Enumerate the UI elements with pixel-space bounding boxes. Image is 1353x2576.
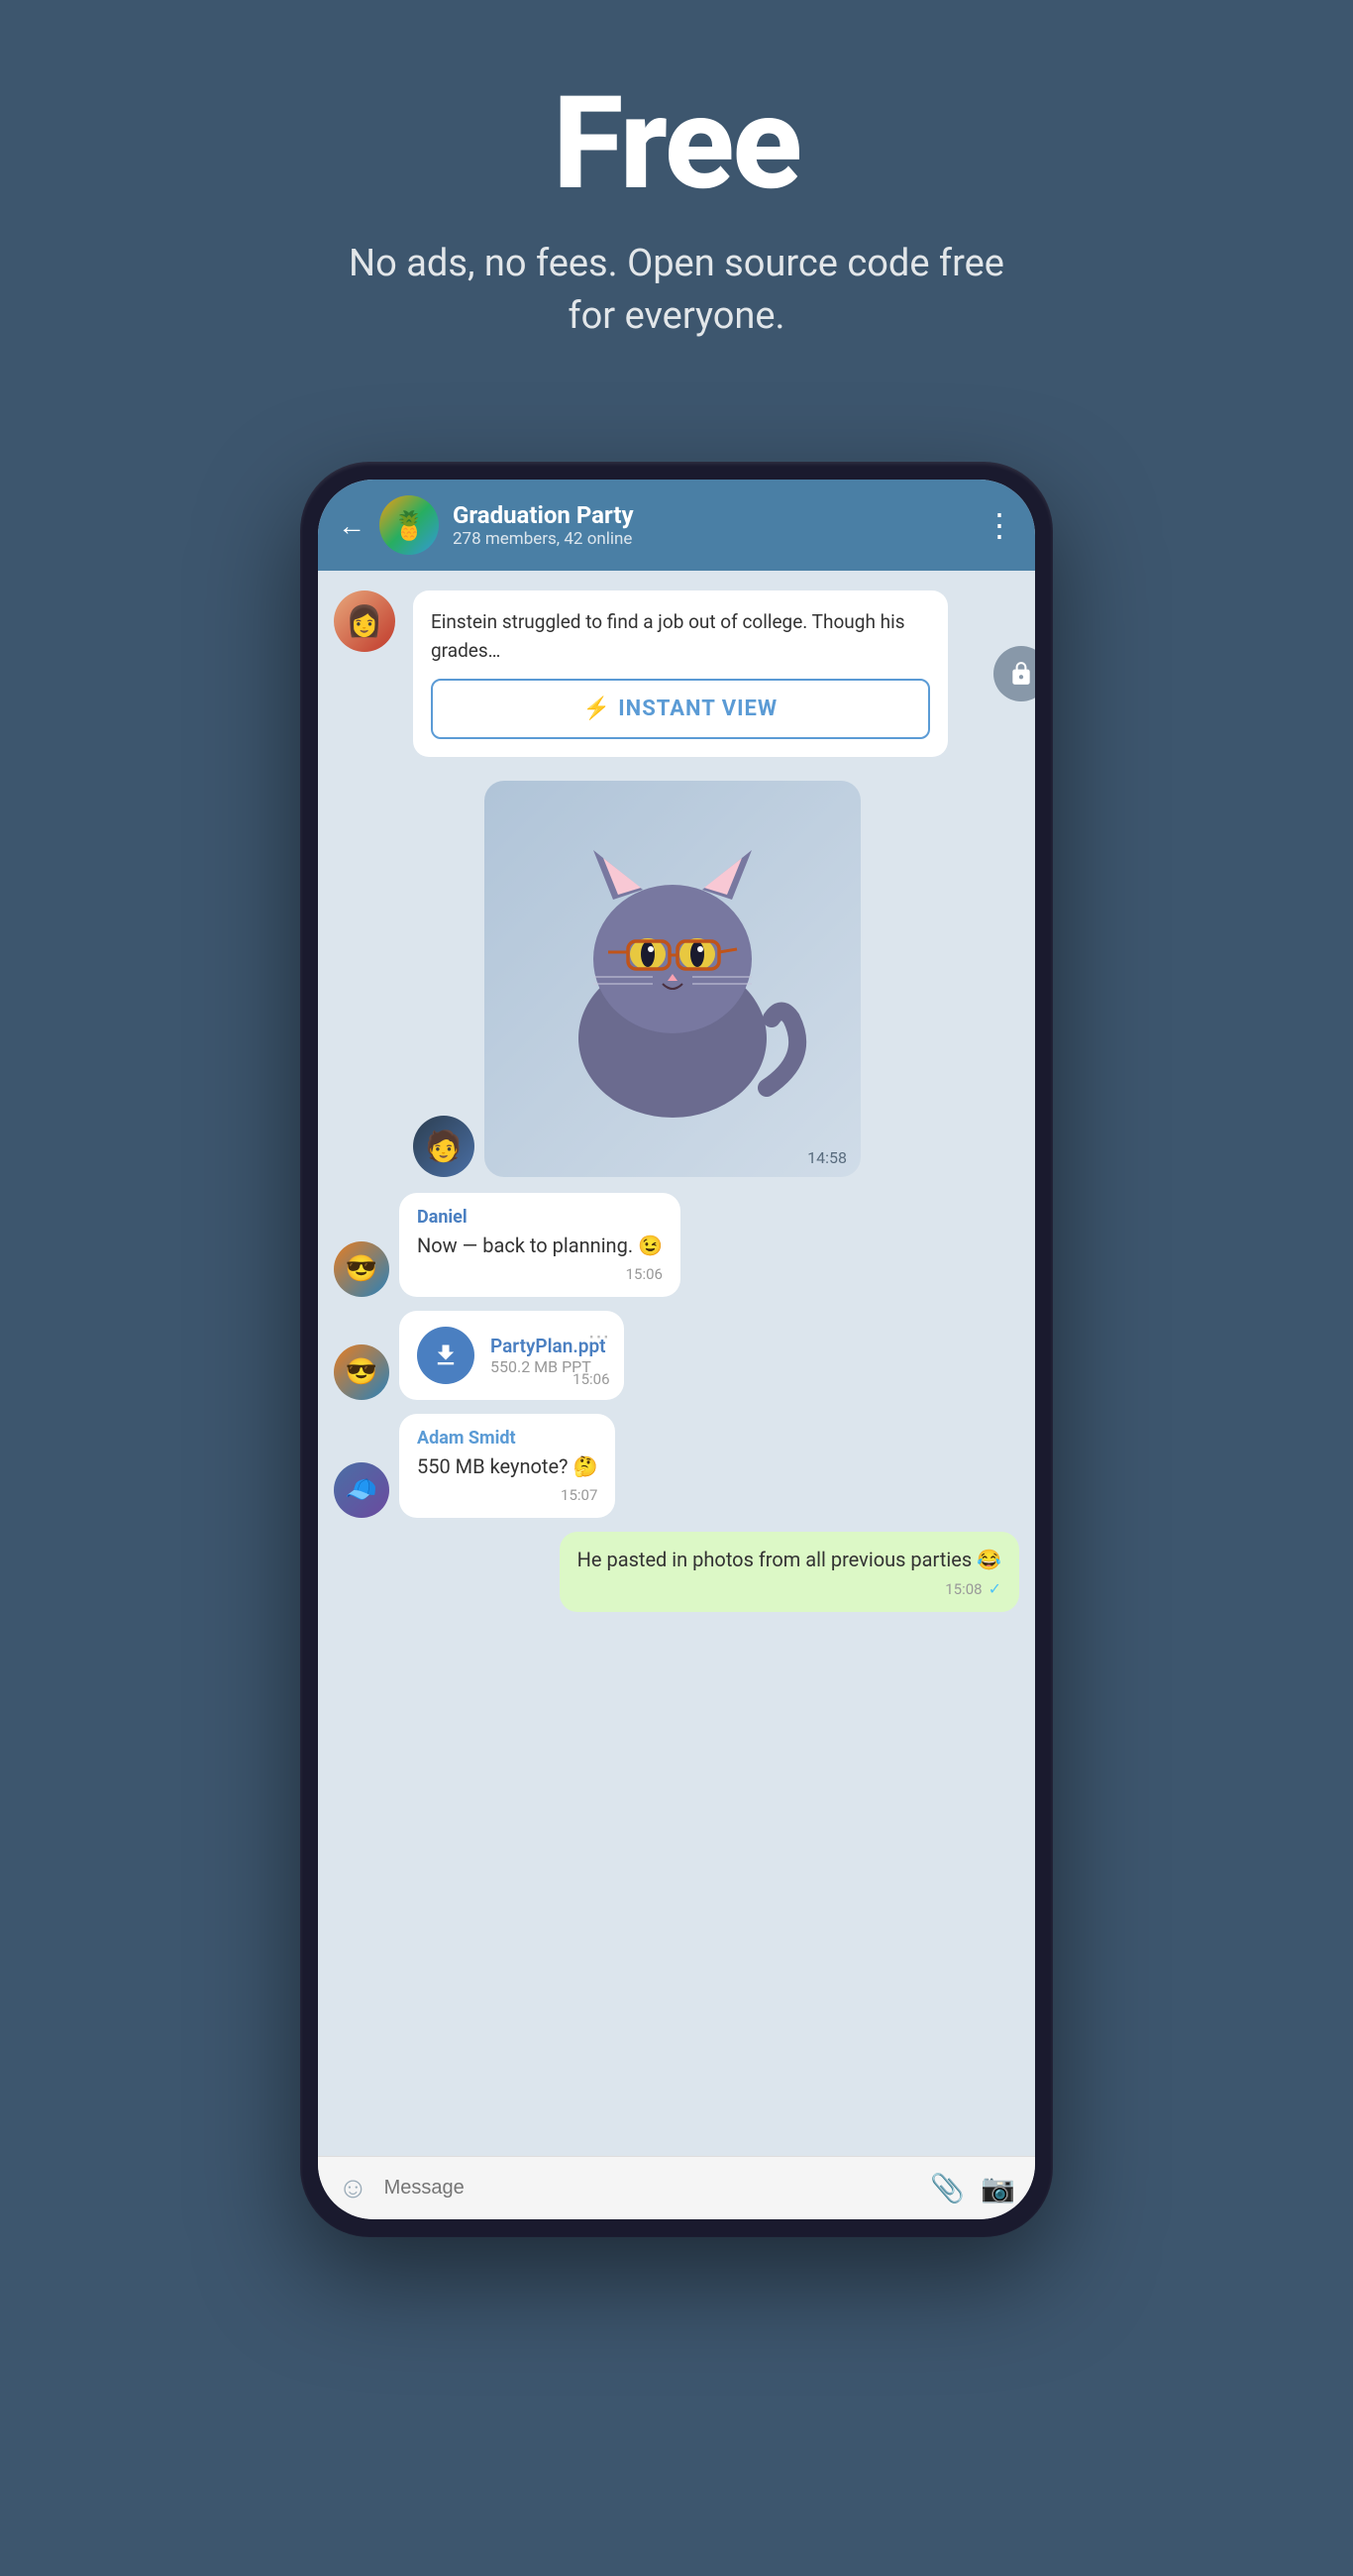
- own-message-row: He pasted in photos from all previous pa…: [334, 1532, 1019, 1612]
- article-message: Einstein struggled to find a job out of …: [413, 590, 948, 757]
- chat-info: Graduation Party 278 members, 42 online: [453, 501, 970, 549]
- hero-title: Free: [553, 79, 800, 208]
- daniel-sender-name: Daniel: [417, 1207, 663, 1228]
- back-button[interactable]: ←: [338, 509, 365, 542]
- adam-sender-name: Adam Smidt: [417, 1428, 597, 1449]
- adam-message-row: 🧢 Adam Smidt 550 MB keynote? 🤔 15:07: [334, 1414, 1019, 1518]
- message-input[interactable]: [384, 2177, 915, 2200]
- header-menu-button[interactable]: ⋮: [984, 506, 1015, 544]
- adam-bubble-text: 550 MB keynote? 🤔: [417, 1452, 597, 1480]
- own-bubble: He pasted in photos from all previous pa…: [560, 1532, 1019, 1612]
- share-button[interactable]: [993, 646, 1035, 701]
- daniel-bubble-footer: 15:06: [417, 1265, 663, 1283]
- phone-inner: ← 🍍 Graduation Party 278 members, 42 onl…: [318, 480, 1035, 2219]
- messages-area: 👩 Einstein struggled to find a job out o…: [318, 571, 1035, 2156]
- file-message-row: 😎 PartyPlan.ppt 550.2 MB PPT ⋯ 15:06: [334, 1311, 1019, 1400]
- file-bubble: PartyPlan.ppt 550.2 MB PPT ⋯ 15:06: [399, 1311, 624, 1400]
- chat-header: ← 🍍 Graduation Party 278 members, 42 onl…: [318, 480, 1035, 571]
- male-hoodie-avatar: 🧑: [413, 1116, 474, 1177]
- daniel-bubble-text: Now — back to planning. 😉: [417, 1232, 663, 1259]
- phone-wrapper: ← 🍍 Graduation Party 278 members, 42 onl…: [300, 462, 1053, 2237]
- female-avatar: 👩: [334, 590, 395, 652]
- sticker-container: A = πr²V = l³P = 2πrs = √(r²+h²)A = πr² …: [484, 781, 861, 1177]
- sticker-message: 🧑 A = πr²V = l³P = 2πrs = √(r²+h²)A = πr…: [413, 781, 1019, 1177]
- daniel-message-row: 😎 Daniel Now — back to planning. 😉 15:06: [334, 1193, 1019, 1297]
- adam-bubble-footer: 15:07: [417, 1486, 597, 1504]
- adam-msg-time: 15:07: [561, 1486, 597, 1504]
- daniel-avatar: 😎: [334, 1241, 389, 1297]
- hero-subtitle: No ads, no fees. Open source code free f…: [330, 238, 1023, 343]
- sticker-time: 14:58: [807, 1148, 847, 1167]
- group-name: Graduation Party: [453, 501, 970, 529]
- file-time-footer: 15:06: [572, 1370, 609, 1388]
- group-status: 278 members, 42 online: [453, 529, 970, 549]
- daniel-bubble: Daniel Now — back to planning. 😉 15:06: [399, 1193, 680, 1297]
- camera-button[interactable]: 📷: [981, 2172, 1015, 2204]
- input-bar: ☺ 📎 📷: [318, 2156, 1035, 2219]
- article-sender-avatar: 👩: [334, 590, 395, 652]
- hero-section: Free No ads, no fees. Open source code f…: [0, 0, 1353, 402]
- cat-sticker-svg: [534, 820, 811, 1137]
- adam-avatar: 🧢: [334, 1462, 389, 1518]
- attach-button[interactable]: 📎: [930, 2172, 965, 2204]
- phone-outer: ← 🍍 Graduation Party 278 members, 42 onl…: [300, 462, 1053, 2237]
- own-msg-time: 15:08: [945, 1580, 982, 1598]
- instant-view-button[interactable]: ⚡ INSTANT VIEW: [431, 679, 930, 739]
- own-bubble-footer: 15:08 ✓: [577, 1579, 1001, 1598]
- own-bubble-text: He pasted in photos from all previous pa…: [577, 1546, 1001, 1573]
- file-download-button[interactable]: [417, 1327, 474, 1384]
- file-menu-button[interactable]: ⋯: [588, 1325, 610, 1349]
- adam-bubble: Adam Smidt 550 MB keynote? 🤔 15:07: [399, 1414, 615, 1518]
- file-msg-time: 15:06: [572, 1370, 609, 1388]
- daniel-msg-time: 15:06: [626, 1265, 663, 1283]
- sticker-sender-avatar: 🧑: [413, 1116, 474, 1177]
- article-preview-text: Einstein struggled to find a job out of …: [431, 608, 930, 665]
- article-message-container: 👩 Einstein struggled to find a job out o…: [334, 590, 1019, 757]
- lightning-icon: ⚡: [583, 697, 610, 721]
- file-sender-avatar: 😎: [334, 1344, 389, 1400]
- emoji-button[interactable]: ☺: [338, 2171, 368, 2205]
- instant-view-label: INSTANT VIEW: [618, 697, 778, 721]
- group-avatar: 🍍: [379, 495, 439, 555]
- read-tick-icon: ✓: [989, 1579, 1001, 1598]
